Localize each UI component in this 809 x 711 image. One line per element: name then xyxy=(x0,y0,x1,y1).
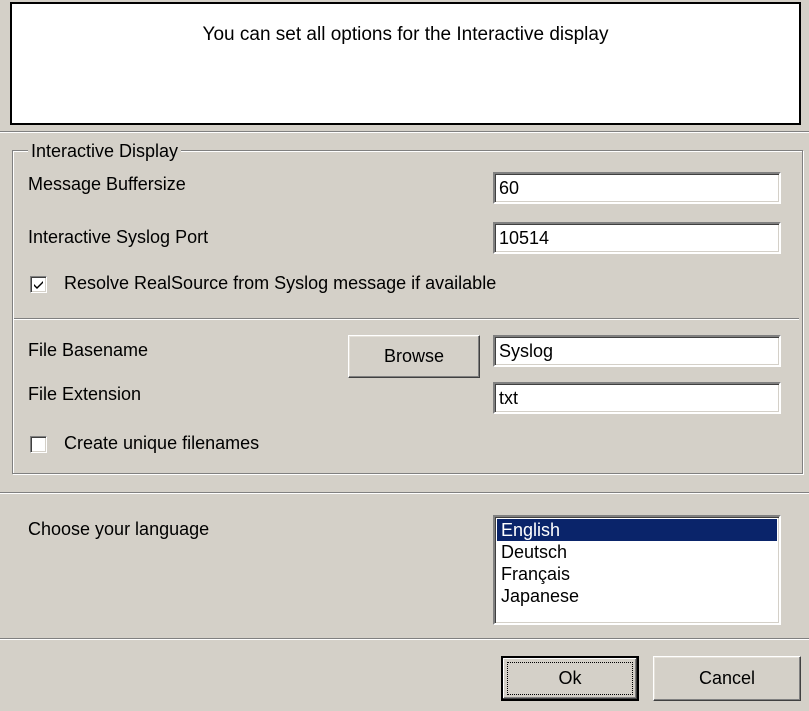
resolve-realsource-checkbox[interactable] xyxy=(30,276,47,293)
file-basename-label: File Basename xyxy=(28,340,149,360)
options-dialog: You can set all options for the Interact… xyxy=(0,0,809,711)
unique-filenames-checkbox[interactable] xyxy=(30,436,47,453)
syslog-port-input[interactable] xyxy=(493,222,781,254)
language-label: Choose your language xyxy=(28,519,210,539)
file-separator xyxy=(14,318,799,320)
language-separator-top xyxy=(0,492,809,494)
check-mark-icon xyxy=(34,281,43,289)
ok-button[interactable]: Ok xyxy=(501,656,639,701)
unique-filenames-label[interactable]: Create unique filenames xyxy=(64,433,259,454)
language-listbox[interactable]: English Deutsch Français Japanese xyxy=(493,515,781,625)
browse-button[interactable]: Browse xyxy=(348,335,480,378)
description-text: You can set all options for the Interact… xyxy=(202,24,609,45)
file-basename-input[interactable] xyxy=(493,335,781,367)
buffersize-input[interactable] xyxy=(493,172,781,204)
syslog-port-label: Interactive Syslog Port xyxy=(28,227,209,247)
top-separator xyxy=(0,131,809,133)
language-option-japanese[interactable]: Japanese xyxy=(497,585,777,607)
file-extension-input[interactable] xyxy=(493,382,781,414)
file-extension-label: File Extension xyxy=(28,384,142,404)
buffersize-label: Message Buffersize xyxy=(28,174,186,194)
language-separator-bottom xyxy=(0,638,809,640)
language-option-deutsch[interactable]: Deutsch xyxy=(497,541,777,563)
resolve-realsource-label[interactable]: Resolve RealSource from Syslog message i… xyxy=(64,273,496,294)
interactive-display-legend: Interactive Display xyxy=(28,141,182,162)
cancel-button[interactable]: Cancel xyxy=(653,656,801,701)
ok-button-label: Ok xyxy=(558,668,582,688)
browse-button-label: Browse xyxy=(383,346,445,366)
cancel-button-label: Cancel xyxy=(698,668,756,688)
language-option-francais[interactable]: Français xyxy=(497,563,777,585)
description-panel: You can set all options for the Interact… xyxy=(10,2,801,125)
language-option-english[interactable]: English xyxy=(497,519,777,541)
